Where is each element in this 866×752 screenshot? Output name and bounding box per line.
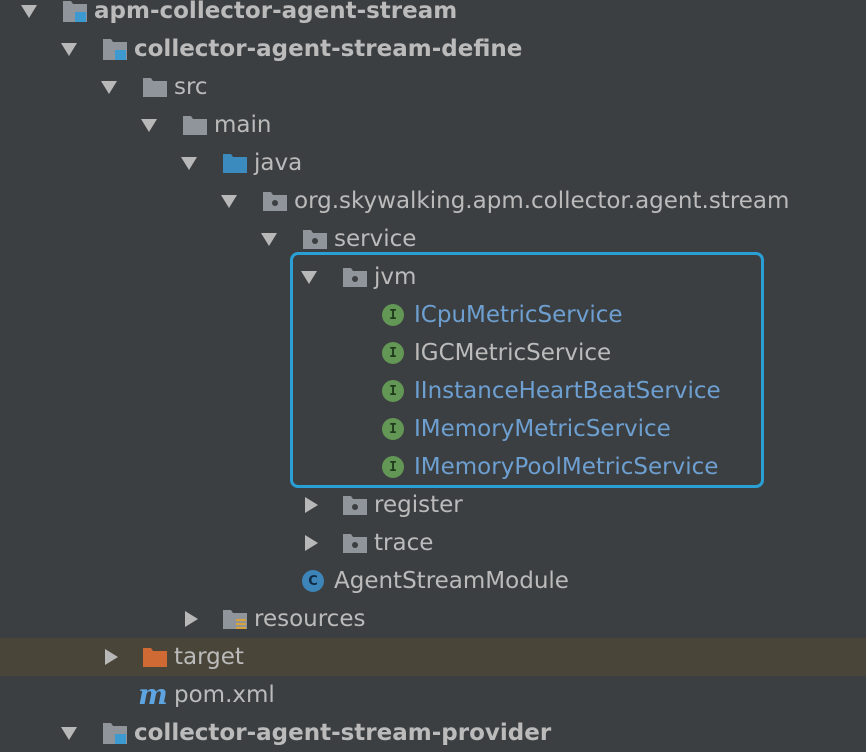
tree-label: IGCMetricService [414,340,612,366]
tree-label: ICpuMetricService [414,302,623,328]
project-tree: apm-collector-agent-stream collector-age… [0,0,866,746]
tree-row-java[interactable]: java [0,144,866,182]
package-icon [343,534,367,553]
expand-arrow-icon[interactable] [18,0,40,30]
tree-row-package-org-skywalking[interactable]: org.skywalking.apm.collector.agent.strea… [0,182,866,220]
maven-icon: m [138,678,168,711]
tree-label: jvm [374,264,417,290]
expand-arrow-icon[interactable] [58,714,80,752]
tree-label: IInstanceHeartBeatService [414,378,721,404]
tree-label: collector-agent-stream-provider [134,720,552,746]
module-folder-icon [103,723,127,744]
tree-label: apm-collector-agent-stream [94,0,458,24]
package-icon [263,192,287,211]
package-icon [343,496,367,515]
module-folder-icon [103,39,127,60]
collapse-arrow-icon[interactable] [100,638,122,676]
tree-row-imemorymetricservice[interactable]: I IMemoryMetricService [0,410,866,448]
folder-icon [183,116,207,135]
tree-row-register[interactable]: register [0,486,866,524]
tree-label: java [254,150,303,176]
class-icon: C [302,570,324,592]
tree-label: IMemoryMetricService [414,416,671,442]
tree-label: register [374,492,463,518]
tree-label: trace [374,530,434,556]
expand-arrow-icon[interactable] [98,68,120,106]
source-folder-icon [223,154,247,173]
expand-arrow-icon[interactable] [218,182,240,220]
collapse-arrow-icon[interactable] [300,486,322,524]
tree-row-service[interactable]: service [0,220,866,258]
tree-row-src[interactable]: src [0,68,866,106]
collapse-arrow-icon[interactable] [300,524,322,562]
interface-icon: I [382,380,404,402]
tree-row-collector-agent-stream-provider[interactable]: collector-agent-stream-provider [0,714,866,752]
resources-folder-icon [223,610,247,629]
tree-row-iinstanceheartbeatservice[interactable]: I IInstanceHeartBeatService [0,372,866,410]
tree-label: pom.xml [174,682,275,708]
tree-label: src [174,74,208,100]
tree-row-target[interactable]: target [0,638,866,676]
expand-arrow-icon[interactable] [258,220,280,258]
tree-row-trace[interactable]: trace [0,524,866,562]
package-icon [303,230,327,249]
tree-row-igcmetricservice[interactable]: I IGCMetricService [0,334,866,372]
collapse-arrow-icon[interactable] [180,600,202,638]
tree-row-apm-collector-agent-stream[interactable]: apm-collector-agent-stream [0,0,866,30]
interface-icon: I [382,342,404,364]
tree-label: main [214,112,272,138]
tree-label: service [334,226,417,252]
interface-icon: I [382,456,404,478]
tree-row-main[interactable]: main [0,106,866,144]
tree-label: target [174,644,244,670]
tree-row-collector-agent-stream-define[interactable]: collector-agent-stream-define [0,30,866,68]
tree-row-resources[interactable]: resources [0,600,866,638]
tree-label: resources [254,606,366,632]
tree-row-agentstreammodule[interactable]: C AgentStreamModule [0,562,866,600]
expand-arrow-icon[interactable] [58,30,80,68]
tree-row-pom-xml[interactable]: m pom.xml [0,676,866,714]
tree-label: AgentStreamModule [334,568,569,594]
expand-arrow-icon[interactable] [138,106,160,144]
expand-arrow-icon[interactable] [178,144,200,182]
tree-label: collector-agent-stream-define [134,36,523,62]
excluded-folder-icon [143,648,167,667]
tree-row-icpumetricservice[interactable]: I ICpuMetricService [0,296,866,334]
interface-icon: I [382,304,404,326]
tree-row-imemorypoolmetricservice[interactable]: I IMemoryPoolMetricService [0,448,866,486]
module-folder-icon [63,1,87,22]
package-icon [343,268,367,287]
folder-icon [143,78,167,97]
tree-label: org.skywalking.apm.collector.agent.strea… [294,188,790,214]
tree-label: IMemoryPoolMetricService [414,454,719,480]
tree-row-jvm[interactable]: jvm [0,258,866,296]
expand-arrow-icon[interactable] [298,258,320,296]
interface-icon: I [382,418,404,440]
